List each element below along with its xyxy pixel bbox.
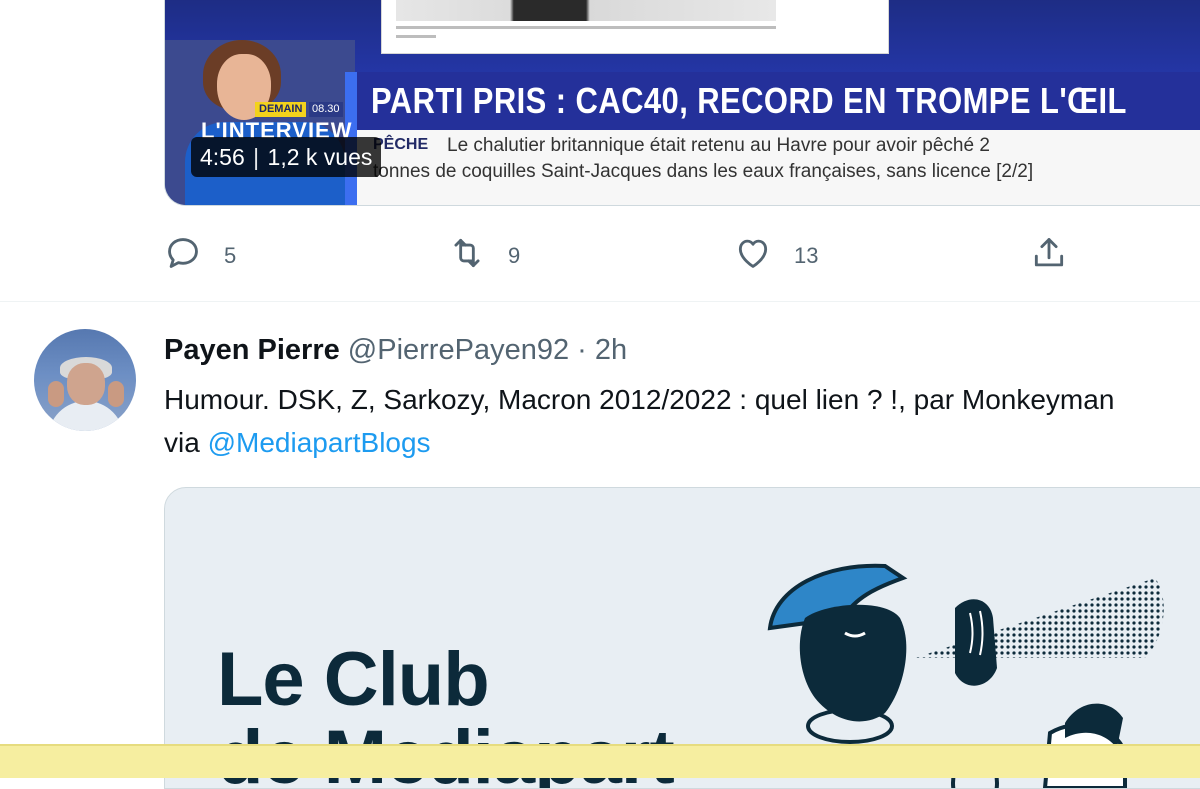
video-views: 1,2 k vues [267,144,373,170]
video-show-time: 08.30 [309,102,343,117]
retweet-icon [448,234,486,278]
reply-count: 5 [224,243,237,268]
share-icon [1030,234,1068,278]
video-ticker: PÊCHE Le chalutier britannique était ret… [357,130,1200,205]
retweet-button[interactable]: 9 [448,230,520,282]
video-headline-band: PARTI PRIS : CAC40, RECORD EN TROMPE L'Œ… [357,72,1200,130]
like-icon [734,234,772,278]
author-name[interactable]: Payen Pierre [164,334,340,366]
like-button[interactable]: 13 [734,230,818,282]
card-title-line-1: Le Club [217,637,490,722]
bottom-notification-bar [0,744,1200,778]
author-handle[interactable]: @PierrePayen92 [348,334,569,366]
tweet-timestamp[interactable]: 2h [595,334,627,366]
ticker-line-2: tonnes de coquilles Saint-Jacques dans l… [373,161,1034,182]
tweet-action-bar: 5 9 13 [164,230,1084,282]
share-button[interactable] [1030,230,1068,282]
video-demain-tag: DEMAIN [255,102,307,117]
tweet-text: Humour. DSK, Z, Sarkozy, Macron 2012/202… [164,378,1124,464]
video-duration-badge: 4:56 | 1,2 k vues [191,137,382,177]
video-duration: 4:56 [200,144,245,170]
avatar[interactable] [34,329,136,431]
video-player[interactable]: DEMAIN 08.30 L'INTERVIEW PARTI PRIS : CA… [164,0,1200,206]
tweet-divider [0,301,1200,302]
ticker-line-1: Le chalutier britannique était retenu au… [447,135,990,156]
mention-link[interactable]: @MediapartBlogs [208,427,431,458]
separator-dot: · [577,334,587,366]
ticker-tag: PÊCHE [373,136,429,153]
video-inset-image [381,0,889,54]
reply-button[interactable]: 5 [164,230,236,282]
video-headline: PARTI PRIS : CAC40, RECORD EN TROMPE L'Œ… [371,80,1127,121]
retweet-count: 9 [508,243,521,268]
like-count: 13 [794,243,819,268]
tweet-header: Payen Pierre @PierrePayen92 · 2h [164,331,627,369]
reply-icon [164,234,202,278]
